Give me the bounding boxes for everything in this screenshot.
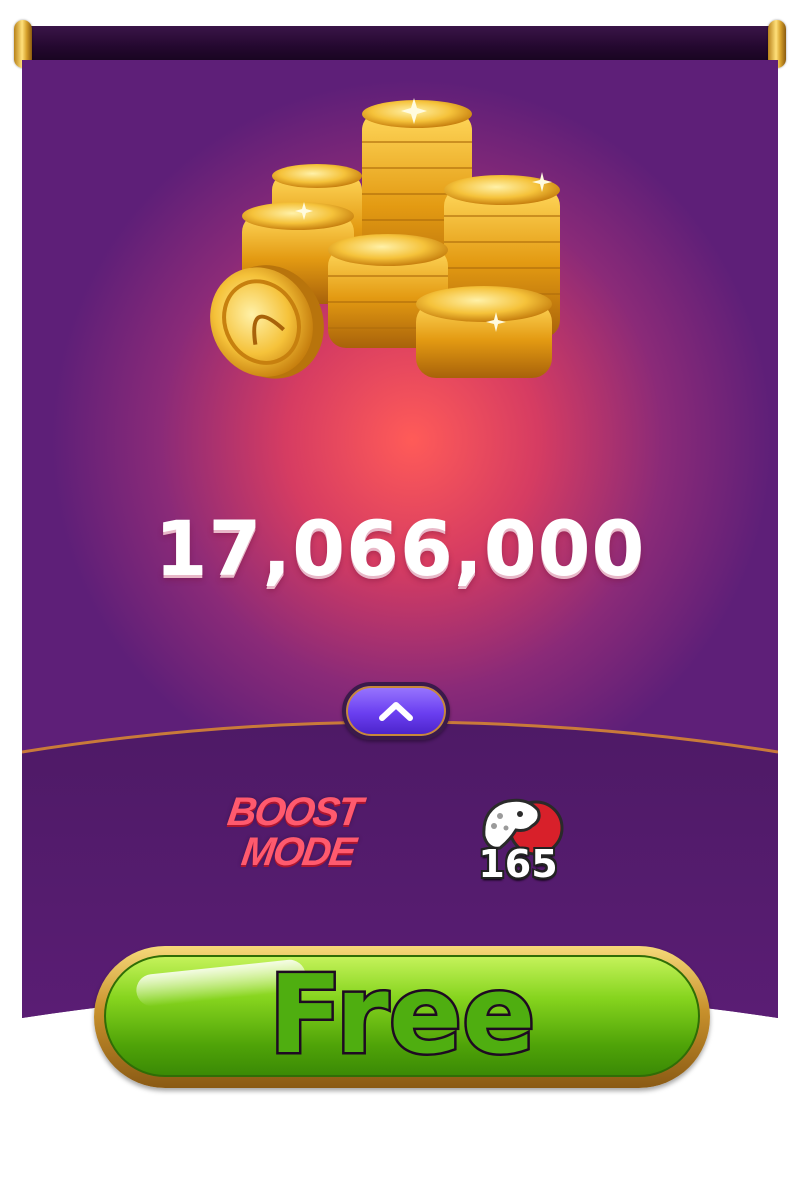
free-claim-button[interactable]: Free [94,946,710,1088]
banner-scroll-rod [14,26,786,64]
level-number: 165 [478,842,558,886]
boost-mode-badge: BOOST MODE [224,788,364,884]
boost-mode-line2: MODE [238,830,358,874]
chevron-up-icon [379,702,413,721]
reward-amount: 17,066,000 [154,504,646,593]
boost-mode-line1: BOOST [224,790,364,834]
free-button-label: Free [266,955,538,1077]
level-badge: 165 [470,792,566,896]
expand-button[interactable] [342,682,450,740]
free-button-face: Free [104,955,700,1077]
gold-coins-icon [196,92,576,392]
